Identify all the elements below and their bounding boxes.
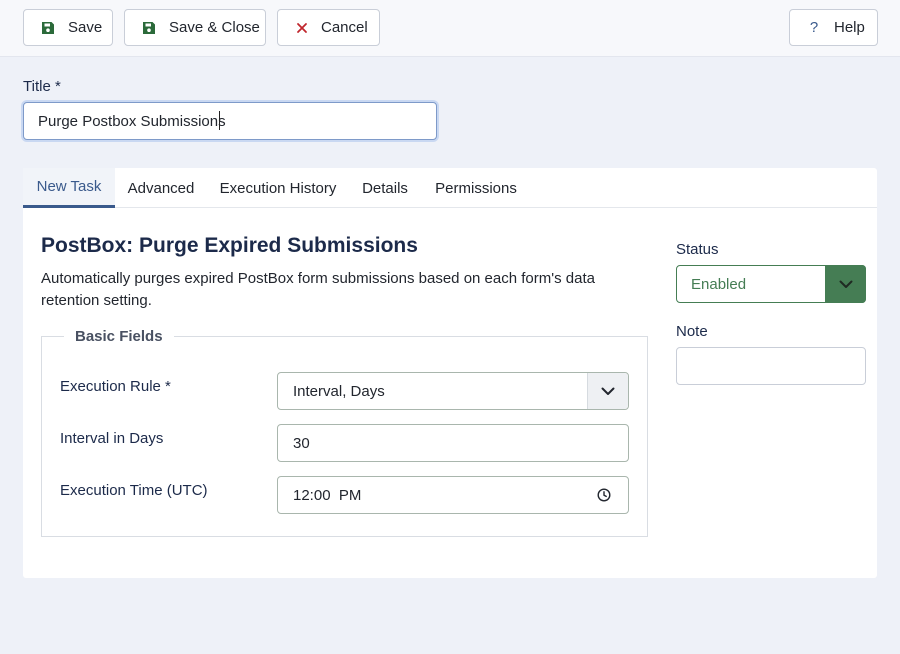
note-input[interactable] <box>676 347 866 385</box>
status-select[interactable]: Enabled <box>676 265 866 303</box>
tab-bar: New Task Advanced Execution History Deta… <box>23 168 877 208</box>
execution-rule-select[interactable]: Interval, Days <box>277 372 629 410</box>
interval-days-input[interactable]: 30 <box>277 424 629 462</box>
execution-time-input[interactable]: 12:00 PM <box>277 476 629 514</box>
basic-fields-fieldset: Basic Fields Execution Rule * Interval, … <box>41 328 648 537</box>
clock-icon[interactable] <box>597 488 611 502</box>
interval-days-value: 30 <box>293 434 310 452</box>
cancel-label: Cancel <box>321 19 368 36</box>
task-title: PostBox: Purge Expired Submissions <box>41 234 418 257</box>
task-card: New Task Advanced Execution History Deta… <box>23 168 877 578</box>
basic-fields-legend: Basic Fields <box>64 328 174 345</box>
tab-new-task[interactable]: New Task <box>23 168 115 208</box>
task-description: Automatically purges expired PostBox for… <box>41 270 595 309</box>
tab-permissions[interactable]: Permissions <box>421 168 531 208</box>
save-and-close-label: Save & Close <box>169 19 260 36</box>
title-label: Title * <box>23 78 61 95</box>
save-and-close-button[interactable]: Save & Close <box>124 9 266 46</box>
execution-time-value: 12:00 PM <box>293 486 362 504</box>
status-label: Status <box>676 241 719 258</box>
execution-time-label: Execution Time (UTC) <box>60 482 208 499</box>
help-label: Help <box>834 19 865 36</box>
toolbar: Save Save & Close Cancel ? Help <box>0 0 900 57</box>
close-icon <box>293 19 311 37</box>
chevron-down-icon[interactable] <box>825 265 866 303</box>
tab-details[interactable]: Details <box>349 168 421 208</box>
cancel-button[interactable]: Cancel <box>277 9 380 46</box>
status-value: Enabled <box>691 275 747 293</box>
help-button[interactable]: ? Help <box>789 9 878 46</box>
save-label: Save <box>68 19 103 36</box>
save-icon <box>140 19 158 37</box>
save-icon <box>39 19 57 37</box>
execution-rule-label: Execution Rule * <box>60 378 171 395</box>
save-button[interactable]: Save <box>23 9 113 46</box>
note-label: Note <box>676 323 708 340</box>
question-icon: ? <box>809 19 819 36</box>
tab-execution-history[interactable]: Execution History <box>207 168 349 208</box>
text-caret <box>219 111 220 130</box>
tab-advanced[interactable]: Advanced <box>115 168 207 208</box>
execution-rule-value: Interval, Days <box>293 382 385 400</box>
chevron-down-icon[interactable] <box>587 373 628 409</box>
title-input[interactable] <box>23 102 437 140</box>
interval-days-label: Interval in Days <box>60 430 164 447</box>
